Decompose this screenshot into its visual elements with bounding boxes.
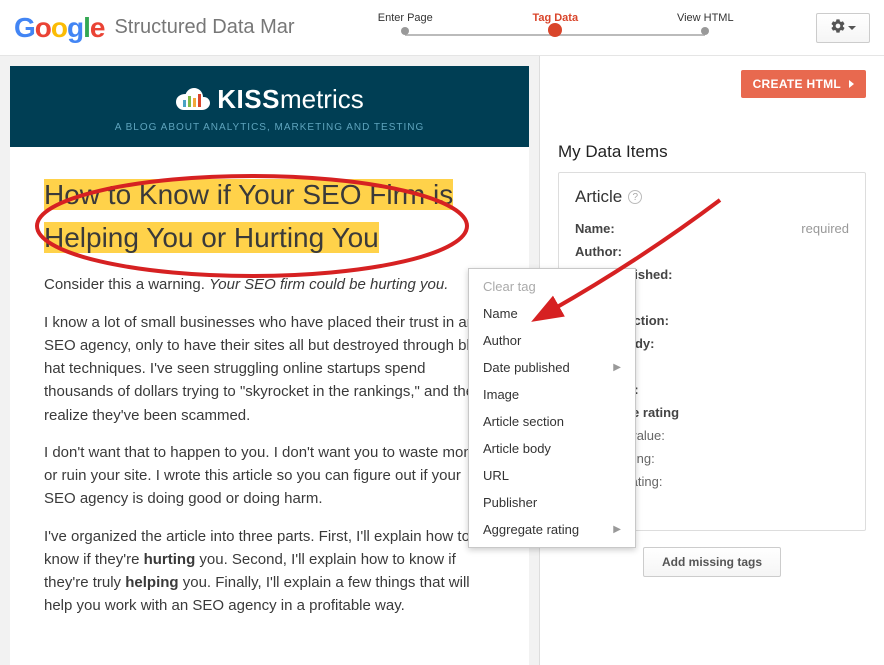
brand-metrics: metrics [280, 84, 364, 114]
menu-item-date-published[interactable]: Date published▶ [469, 354, 635, 381]
field-row[interactable]: Author: [575, 240, 849, 263]
menu-item-name[interactable]: Name [469, 300, 635, 327]
field-row[interactable]: Name:required [575, 217, 849, 240]
step-enter-page[interactable]: Enter Page [355, 12, 455, 38]
menu-item-publisher[interactable]: Publisher [469, 489, 635, 516]
brand-kiss: KISS [217, 84, 280, 114]
menu-item-article-section[interactable]: Article section [469, 408, 635, 435]
menu-item-author[interactable]: Author [469, 327, 635, 354]
app-header: Google Structured Data Mar Enter Page Ta… [0, 0, 884, 56]
help-icon[interactable]: ? [628, 190, 642, 204]
menu-item-url[interactable]: URL [469, 462, 635, 489]
article-content[interactable]: How to Know if Your SEO Firm is Helping … [10, 147, 529, 644]
article-title[interactable]: How to Know if Your SEO Firm is Helping … [44, 179, 453, 253]
article-p4[interactable]: I've organized the article into three pa… [44, 525, 495, 618]
cloud-chart-icon [175, 87, 211, 113]
add-missing-tags-button[interactable]: Add missing tags [643, 547, 781, 577]
step-tag-data[interactable]: Tag Data [505, 12, 605, 43]
preview-site-header: KISSmetrics A BLOG ABOUT ANALYTICS, MARK… [10, 66, 529, 147]
menu-item-image[interactable]: Image [469, 381, 635, 408]
google-logo: Google [14, 12, 104, 44]
chevron-right-icon [849, 80, 854, 88]
step-view-html[interactable]: View HTML [655, 12, 755, 38]
settings-button[interactable] [816, 13, 870, 43]
section-title: My Data Items [558, 98, 866, 162]
article-p2[interactable]: I know a lot of small businesses who hav… [44, 311, 495, 427]
tag-context-menu: Clear tag NameAuthorDate published▶Image… [468, 268, 636, 548]
create-html-button[interactable]: CREATE HTML [741, 70, 866, 98]
menu-item-article-body[interactable]: Article body [469, 435, 635, 462]
chevron-down-icon [848, 26, 856, 30]
article-p3[interactable]: I don't want that to happen to you. I do… [44, 441, 495, 511]
brand-tagline: A BLOG ABOUT ANALYTICS, MARKETING AND TE… [20, 122, 519, 133]
card-title: Article ? [575, 187, 849, 207]
gear-icon [830, 18, 846, 37]
menu-item-aggregate-rating[interactable]: Aggregate rating▶ [469, 516, 635, 543]
page-preview[interactable]: KISSmetrics A BLOG ABOUT ANALYTICS, MARK… [0, 56, 540, 665]
menu-clear-tag: Clear tag [469, 273, 635, 300]
article-intro[interactable]: Consider this a warning. Your SEO firm c… [44, 273, 495, 296]
progress-stepper: Enter Page Tag Data View HTML [295, 8, 816, 48]
tool-name: Structured Data Mar [114, 16, 294, 39]
